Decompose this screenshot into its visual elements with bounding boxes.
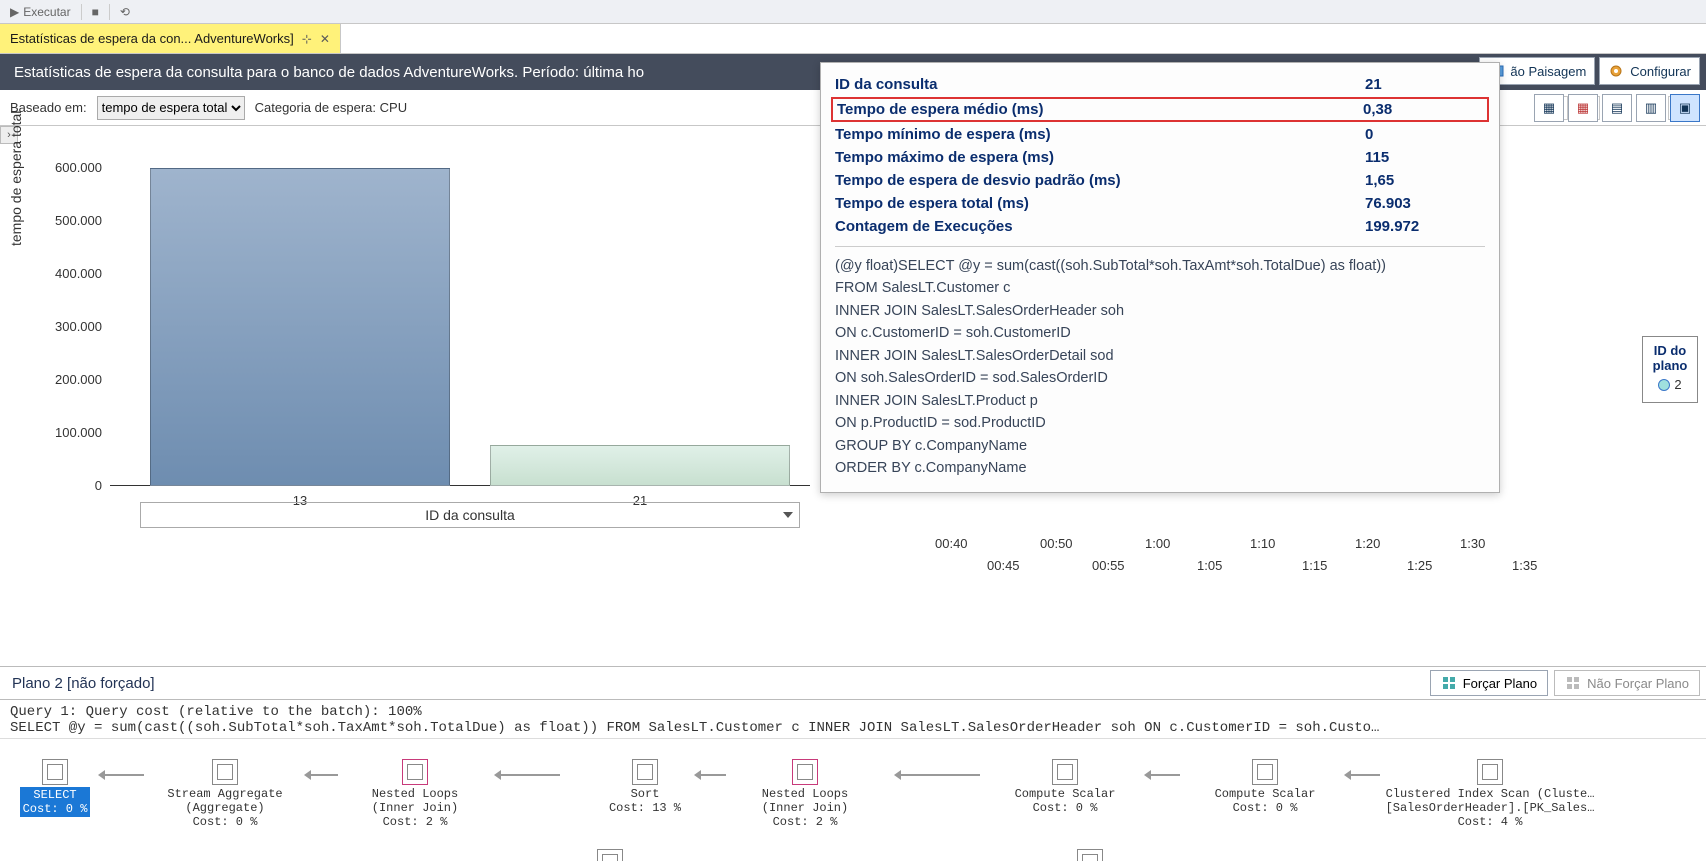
node-compute-scalar-1[interactable]: Compute Scalar Cost: 0 %	[980, 759, 1150, 815]
chart-zone: tempo de espera total 0 100.000 200.000 …	[0, 126, 830, 596]
toolbar-strip: ▶ Executar ■⟲	[0, 0, 1706, 24]
node-sort[interactable]: Sort Cost: 13 %	[560, 759, 730, 815]
view-combo-icon[interactable]: ▤	[1602, 94, 1632, 122]
timeline-tick: 1:35	[1512, 558, 1537, 573]
timeline-tick: 00:55	[1092, 558, 1125, 573]
query-cost-line: Query 1: Query cost (relative to the bat…	[10, 704, 1696, 720]
y-tick: 0	[32, 478, 102, 493]
query-summary: Query 1: Query cost (relative to the bat…	[0, 700, 1706, 739]
compute-scalar-icon	[1052, 759, 1078, 785]
node-nested-loops-1[interactable]: Nested Loops (Inner Join) Cost: 2 %	[330, 759, 500, 829]
timeline-tick: 00:45	[987, 558, 1020, 573]
category-label: Categoria de espera: CPU	[255, 100, 407, 115]
y-tick: 200.000	[32, 372, 102, 387]
view-table-icon[interactable]: ▥	[1636, 94, 1666, 122]
node-compute-scalar-2[interactable]: Compute Scalar Cost: 0 %	[1180, 759, 1350, 815]
y-tick: 400.000	[32, 266, 102, 281]
plan-header: Plano 2 [não forçado] Forçar Plano Não F…	[0, 666, 1706, 700]
main-area: › ▦ ▦ ▤ ▥ ▣ tempo de espera total 0 100.…	[0, 126, 1706, 666]
legend-item[interactable]: 2	[1658, 377, 1681, 392]
node-stream-aggregate[interactable]: Stream Aggregate (Aggregate) Cost: 0 %	[140, 759, 310, 829]
x-axis-caption[interactable]: ID da consulta	[140, 502, 800, 528]
sort-icon	[632, 759, 658, 785]
panel-title: Estatísticas de espera da consulta para …	[14, 64, 644, 81]
timeline-tick: 1:00	[1145, 536, 1170, 551]
select-icon	[42, 759, 68, 785]
bar-21[interactable]	[490, 445, 790, 486]
y-axis-label: tempo de espera total	[8, 111, 24, 246]
nested-loops-icon	[792, 759, 818, 785]
node-index-scan[interactable]: Clustered Index Scan (Cluste… [SalesOrde…	[1380, 759, 1600, 829]
execution-plan-canvas[interactable]: SELECTCost: 0 % Stream Aggregate (Aggreg…	[0, 739, 1706, 861]
timeline-tick: 1:10	[1250, 536, 1275, 551]
timeline-tick: 1:30	[1460, 536, 1485, 551]
timeline-tick: 1:20	[1355, 536, 1380, 551]
view-chart-icon[interactable]: ▦	[1568, 94, 1598, 122]
run-segment[interactable]: ▶ Executar	[10, 5, 71, 19]
aggregate-icon	[212, 759, 238, 785]
index-seek-icon	[1077, 849, 1103, 861]
timeline-tick: 1:05	[1197, 558, 1222, 573]
query-tooltip-panel: ID da consulta21Tempo de espera médio (m…	[820, 62, 1500, 493]
index-seek-icon	[597, 849, 623, 861]
y-tick: 600.000	[32, 160, 102, 175]
compute-scalar-icon	[1252, 759, 1278, 785]
tooltip-row: Tempo de espera médio (ms)0,38	[831, 97, 1489, 122]
timeline-tick: 00:50	[1040, 536, 1073, 551]
node-index-seek-2[interactable]: Clustered Index Seek (Cluste…	[980, 849, 1200, 861]
timeline-tick: 1:25	[1407, 558, 1432, 573]
unforce-plan-button[interactable]: Não Forçar Plano	[1554, 670, 1700, 696]
query-sql-line: SELECT @y = sum(cast((soh.SubTotal*soh.T…	[10, 720, 1696, 736]
tooltip-row: ID da consulta21	[835, 73, 1485, 96]
chart-plot[interactable]: 0 100.000 200.000 300.000 400.000 500.00…	[70, 146, 810, 546]
y-tick: 300.000	[32, 319, 102, 334]
tooltip-sql: (@y float)SELECT @y = sum(cast((soh.SubT…	[835, 255, 1485, 480]
timeline-tick: 00:40	[935, 536, 968, 551]
node-nested-loops-2[interactable]: Nested Loops (Inner Join) Cost: 2 %	[720, 759, 890, 829]
y-tick: 100.000	[32, 425, 102, 440]
legend-box: ID do plano 2	[1642, 336, 1698, 403]
tooltip-row: Contagem de Execuções199.972	[835, 215, 1485, 238]
view-plan-icon[interactable]: ▦	[1534, 94, 1564, 122]
based-on-select[interactable]: tempo de espera total	[97, 96, 245, 120]
node-index-seek-1[interactable]: Clustered Index Seek (Cluste…	[500, 849, 720, 861]
configure-button[interactable]: Configurar	[1599, 57, 1700, 85]
y-tick: 500.000	[32, 213, 102, 228]
bar-13[interactable]	[150, 168, 450, 486]
tab-title: Estatísticas de espera da con... Adventu…	[10, 31, 294, 46]
force-plan-button[interactable]: Forçar Plano	[1430, 670, 1548, 696]
tooltip-row: Tempo mínimo de espera (ms)0	[835, 123, 1485, 146]
plan-title: Plano 2 [não forçado]	[12, 675, 155, 692]
tab-strip: Estatísticas de espera da con... Adventu…	[0, 24, 1706, 54]
tooltip-row: Tempo de espera de desvio padrão (ms)1,6…	[835, 169, 1485, 192]
tab-active[interactable]: Estatísticas de espera da con... Adventu…	[0, 24, 341, 53]
timeline-tick: 1:15	[1302, 558, 1327, 573]
legend-title: ID do plano	[1649, 343, 1691, 373]
index-scan-icon	[1477, 759, 1503, 785]
pin-icon[interactable]: ⊹	[302, 32, 312, 46]
close-icon[interactable]: ✕	[320, 32, 330, 46]
nested-loops-icon	[402, 759, 428, 785]
timeline-axis: 00:40 00:50 1:00 1:10 1:20 1:30 00:45 00:55 1:0…	[935, 536, 1626, 586]
right-icon-toolbar: ▦ ▦ ▤ ▥ ▣	[1534, 94, 1700, 122]
view-image-icon[interactable]: ▣	[1670, 94, 1700, 122]
tooltip-row: Tempo de espera total (ms)76.903	[835, 192, 1485, 215]
node-select[interactable]: SELECTCost: 0 %	[10, 759, 100, 817]
tooltip-row: Tempo máximo de espera (ms)115	[835, 146, 1485, 169]
